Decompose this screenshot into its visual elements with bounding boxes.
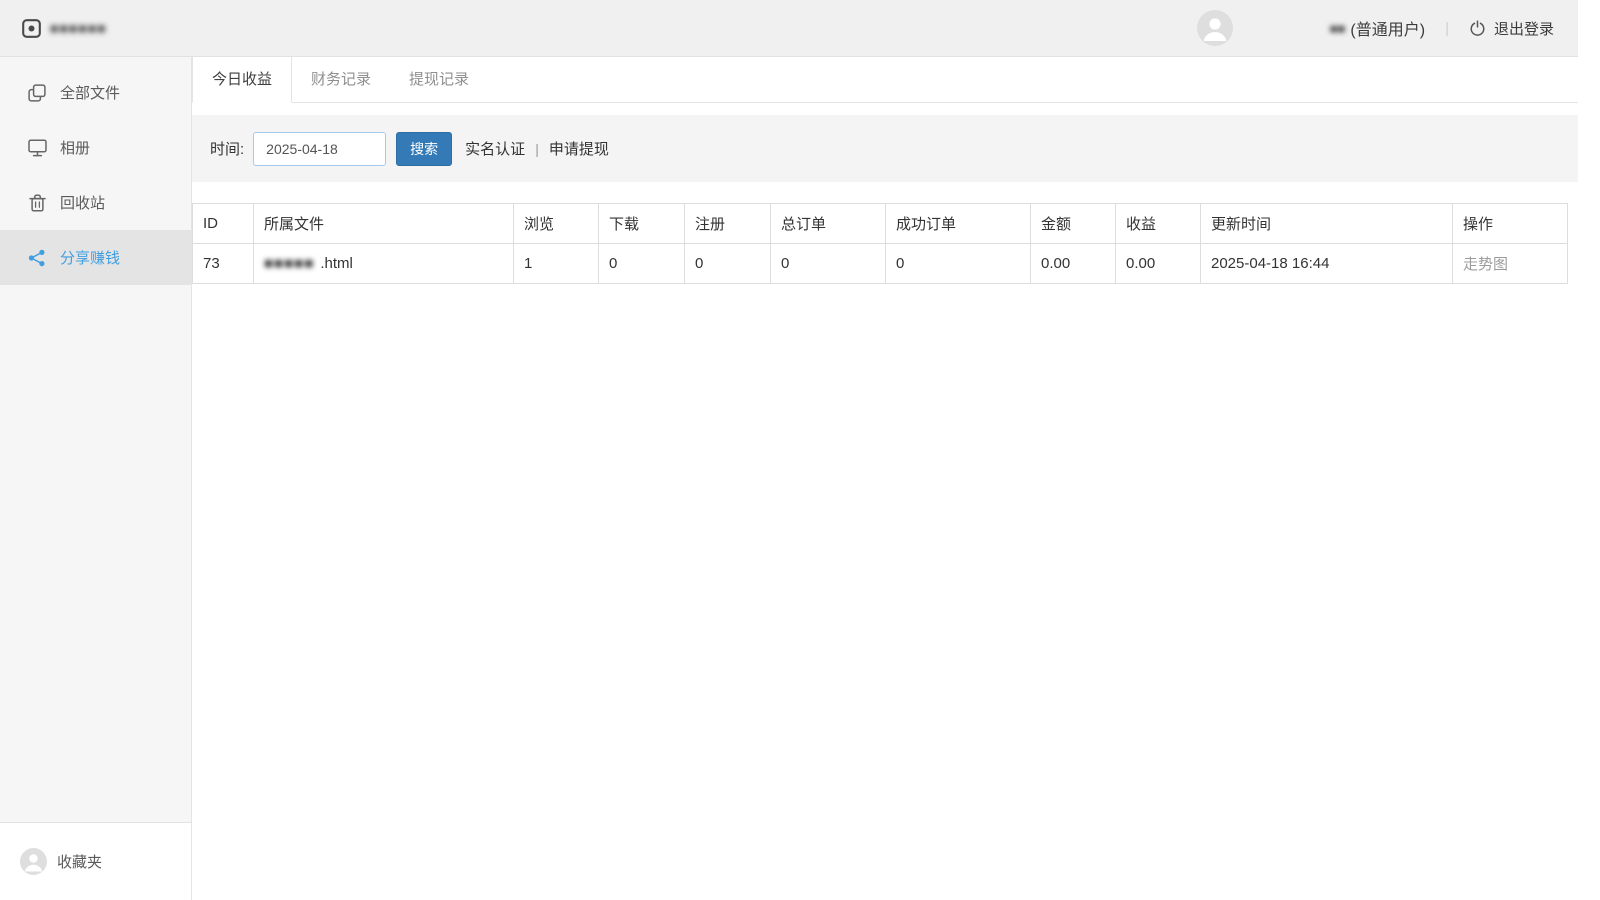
cell-registrations: 0 bbox=[685, 244, 771, 284]
cell-downloads: 0 bbox=[599, 244, 685, 284]
cell-id: 73 bbox=[193, 244, 254, 284]
cell-success-orders: 0 bbox=[886, 244, 1031, 284]
logout-label: 退出登录 bbox=[1494, 18, 1554, 39]
trend-chart-link[interactable]: 走势图 bbox=[1463, 256, 1508, 273]
files-icon bbox=[27, 84, 47, 102]
logo: ■■■■■■ bbox=[22, 19, 107, 38]
app-window: ■■■■■■ ■■ (普通用户) | 退出登录 bbox=[0, 0, 1578, 900]
search-button[interactable]: 搜索 bbox=[396, 132, 452, 166]
user-type-label: (普通用户) bbox=[1350, 16, 1425, 40]
cell-amount: 0.00 bbox=[1031, 244, 1116, 284]
col-amount: 金额 bbox=[1031, 204, 1116, 244]
sidebar-item-label: 相册 bbox=[60, 137, 90, 158]
sidebar-item-all-files[interactable]: 全部文件 bbox=[0, 65, 191, 120]
date-input[interactable] bbox=[253, 132, 386, 166]
logo-text-redacted: ■■■■■■ bbox=[50, 20, 107, 36]
realname-verify-link[interactable]: 实名认证 bbox=[465, 138, 525, 159]
favorites-label: 收藏夹 bbox=[57, 851, 102, 872]
sidebar: 全部文件 相册 bbox=[0, 57, 192, 900]
sidebar-item-label: 分享赚钱 bbox=[60, 247, 120, 268]
table-header-row: ID 所属文件 浏览 下载 注册 总订单 成功订单 金额 收益 更新时间 操作 bbox=[193, 204, 1568, 244]
cell-action: 走势图 bbox=[1453, 244, 1568, 284]
cell-views: 1 bbox=[514, 244, 599, 284]
col-earnings: 收益 bbox=[1116, 204, 1201, 244]
apply-withdraw-link[interactable]: 申请提现 bbox=[549, 138, 609, 159]
cell-file: ■■■■■ .html bbox=[254, 244, 514, 284]
file-name-redacted: ■■■■■ bbox=[264, 255, 314, 272]
col-total-orders: 总订单 bbox=[771, 204, 886, 244]
user-avatar[interactable] bbox=[1197, 10, 1233, 46]
col-action: 操作 bbox=[1453, 204, 1568, 244]
share-icon bbox=[27, 249, 47, 267]
col-success-orders: 成功订单 bbox=[886, 204, 1031, 244]
monitor-icon bbox=[27, 139, 47, 157]
col-downloads: 下载 bbox=[599, 204, 685, 244]
col-updated: 更新时间 bbox=[1201, 204, 1453, 244]
logout-button[interactable]: 退出登录 bbox=[1469, 18, 1554, 39]
logo-icon bbox=[22, 19, 41, 38]
topbar-divider: | bbox=[1445, 20, 1449, 37]
tab-bar: 今日收益 财务记录 提现记录 bbox=[192, 57, 1578, 103]
sidebar-item-label: 回收站 bbox=[60, 192, 105, 213]
col-file: 所属文件 bbox=[254, 204, 514, 244]
col-id: ID bbox=[193, 204, 254, 244]
cell-earnings: 0.00 bbox=[1116, 244, 1201, 284]
power-icon bbox=[1469, 20, 1486, 37]
username-redacted: ■■ bbox=[1330, 21, 1346, 36]
table-row: 73 ■■■■■ .html 1 0 0 0 0 0.00 0.00 2025-0… bbox=[193, 244, 1568, 284]
topbar-user-area: ■■ (普通用户) | 退出登录 bbox=[1197, 10, 1554, 46]
tab-today-earnings[interactable]: 今日收益 bbox=[192, 57, 292, 103]
sidebar-item-favorites[interactable]: 收藏夹 bbox=[0, 822, 191, 900]
earnings-table: ID 所属文件 浏览 下载 注册 总订单 成功订单 金额 收益 更新时间 操作 bbox=[192, 203, 1568, 284]
file-name-visible: .html bbox=[320, 255, 353, 272]
sidebar-item-album[interactable]: 相册 bbox=[0, 120, 191, 175]
tab-withdraw-records[interactable]: 提现记录 bbox=[390, 57, 488, 102]
sidebar-item-label: 全部文件 bbox=[60, 82, 120, 103]
col-registrations: 注册 bbox=[685, 204, 771, 244]
sidebar-item-recycle-bin[interactable]: 回收站 bbox=[0, 175, 191, 230]
filter-bar: 时间: 搜索 实名认证 | 申请提现 bbox=[192, 115, 1578, 182]
top-bar: ■■■■■■ ■■ (普通用户) | 退出登录 bbox=[0, 0, 1578, 57]
trash-icon bbox=[27, 194, 47, 212]
sidebar-item-share-earn[interactable]: 分享赚钱 bbox=[0, 230, 191, 285]
favorites-avatar-icon bbox=[20, 848, 47, 875]
time-label: 时间: bbox=[210, 138, 244, 159]
link-separator: | bbox=[535, 141, 539, 157]
main-content: 今日收益 财务记录 提现记录 时间: 搜索 实名认证 | 申请提现 bbox=[192, 57, 1578, 900]
cell-total-orders: 0 bbox=[771, 244, 886, 284]
tab-finance-records[interactable]: 财务记录 bbox=[292, 57, 390, 102]
col-views: 浏览 bbox=[514, 204, 599, 244]
cell-updated: 2025-04-18 16:44 bbox=[1201, 244, 1453, 284]
sidebar-nav: 全部文件 相册 bbox=[0, 57, 191, 822]
